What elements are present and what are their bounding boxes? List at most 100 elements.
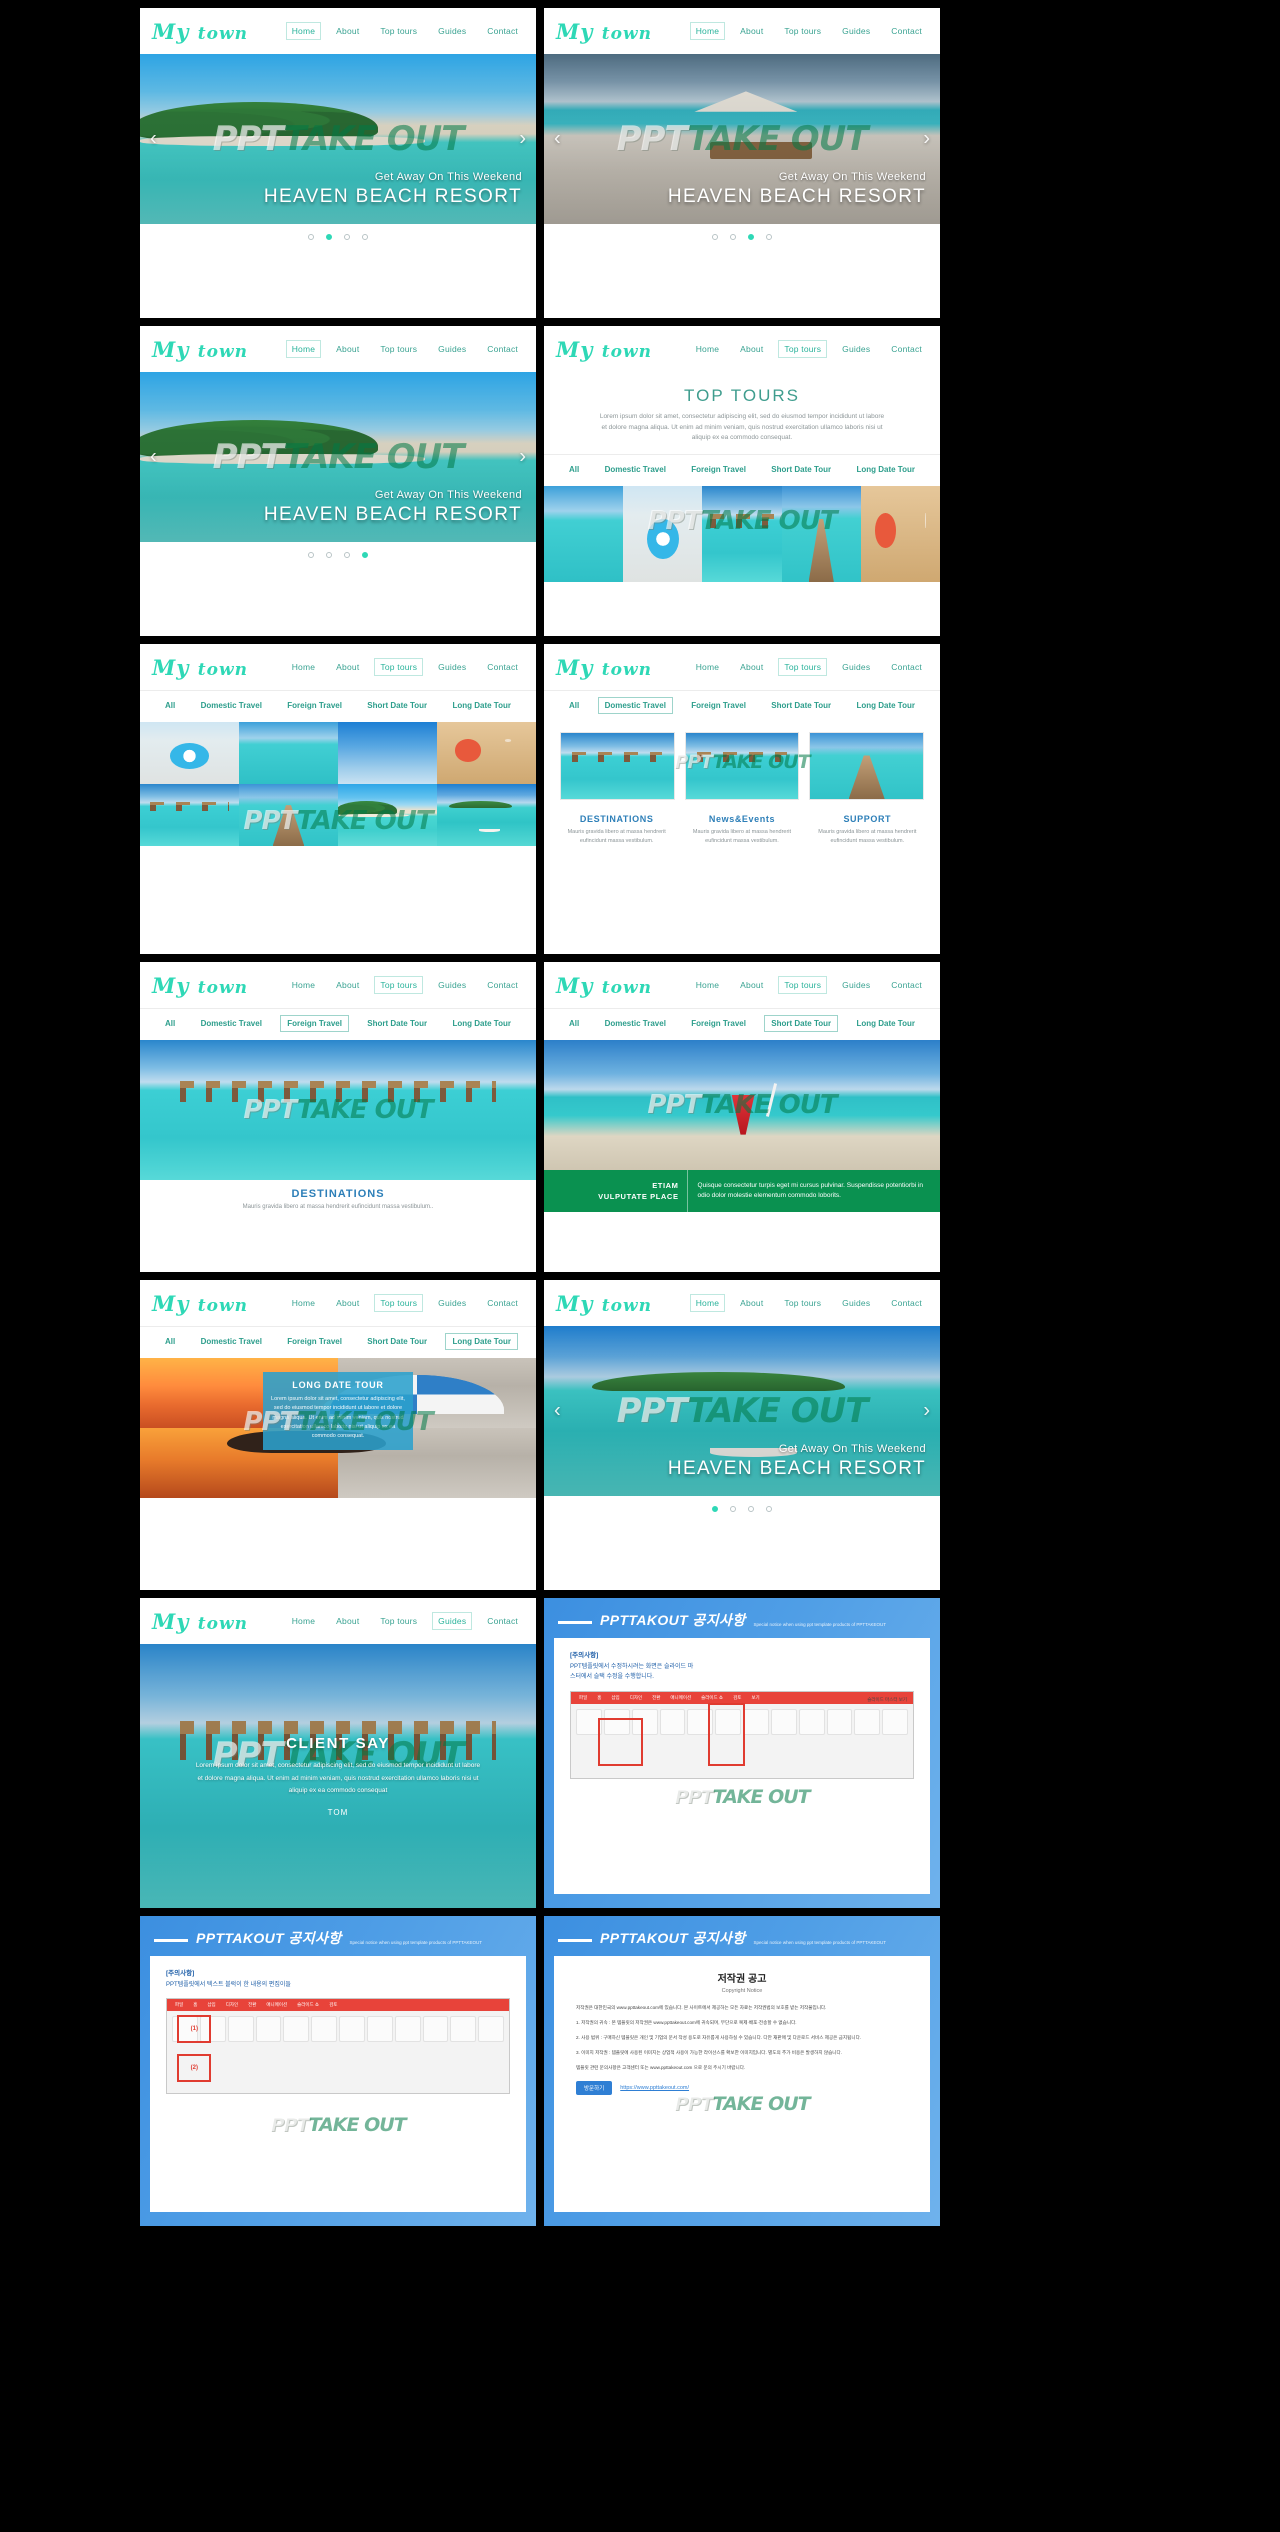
carousel-prev-arrow[interactable]: ‹ bbox=[150, 128, 157, 151]
carousel-dot[interactable] bbox=[344, 552, 350, 558]
nav-item-top-tours[interactable]: Top tours bbox=[778, 22, 827, 40]
site-logo[interactable]: My town bbox=[556, 1291, 652, 1316]
ribbon-tab[interactable]: 삽입 bbox=[607, 1694, 623, 1702]
ribbon-tab[interactable]: 검토 bbox=[729, 1694, 745, 1702]
tour-thumb[interactable] bbox=[860, 486, 940, 583]
ribbon-tab[interactable]: 홈 bbox=[593, 1694, 605, 1702]
slide-thumbnail-6[interactable]: My town Home About Top tours Guides Cont… bbox=[544, 644, 940, 954]
visit-button[interactable]: 방문하기 bbox=[576, 2080, 613, 2095]
carousel-prev-arrow[interactable]: ‹ bbox=[554, 128, 561, 151]
carousel-dot[interactable] bbox=[308, 552, 314, 558]
nav-item-home[interactable]: Home bbox=[689, 22, 726, 40]
site-logo[interactable]: My town bbox=[152, 1609, 248, 1634]
slide-thumbnail-9[interactable]: My town Home About Top tours Guides Cont… bbox=[140, 1280, 536, 1590]
slide-thumbnail-4[interactable]: My town Home About Top tours Guides Cont… bbox=[544, 326, 940, 636]
filter-domestic-travel[interactable]: Domestic Travel bbox=[194, 697, 269, 714]
ribbon-button[interactable] bbox=[450, 2016, 477, 2043]
slide-thumbnail-8[interactable]: My town Home About Top tours Guides Cont… bbox=[544, 962, 940, 1272]
ribbon-tab[interactable]: 삽입 bbox=[203, 2001, 219, 2009]
ribbon-button[interactable] bbox=[478, 2016, 504, 2043]
nav-item-home[interactable]: Home bbox=[286, 658, 321, 676]
ribbon-tab[interactable]: 전환 bbox=[244, 2001, 260, 2009]
slide-thumbnail-3[interactable]: My town Home About Top tours Guides Cont… bbox=[140, 326, 536, 636]
site-logo[interactable]: My town bbox=[556, 655, 652, 680]
nav-item-contact[interactable]: Contact bbox=[481, 22, 524, 40]
slide-thumbnail-14[interactable]: PPTTAKOUT 공지사항 Special notice when using… bbox=[544, 1916, 940, 2226]
filter-short-date-tour[interactable]: Short Date Tour bbox=[360, 697, 434, 714]
nav-item-contact[interactable]: Contact bbox=[885, 658, 928, 676]
ribbon-tab[interactable]: 슬라이드 쇼 bbox=[697, 1694, 727, 1702]
carousel-next-arrow[interactable]: › bbox=[923, 128, 930, 151]
filter-foreign-travel[interactable]: Foreign Travel bbox=[684, 461, 753, 478]
filter-foreign-travel[interactable]: Foreign Travel bbox=[280, 1333, 349, 1350]
carousel-dot[interactable] bbox=[326, 552, 332, 558]
filter-long-date-tour[interactable]: Long Date Tour bbox=[445, 697, 518, 714]
nav-item-top-tours[interactable]: Top tours bbox=[778, 976, 828, 994]
filter-foreign-travel[interactable]: Foreign Travel bbox=[684, 1015, 753, 1032]
ribbon-tab[interactable]: 디자인 bbox=[626, 1694, 646, 1702]
carousel-dot[interactable] bbox=[730, 1506, 736, 1512]
ribbon-tab[interactable]: 보기 bbox=[747, 1694, 763, 1702]
nav-item-contact[interactable]: Contact bbox=[885, 340, 928, 358]
carousel-next-arrow[interactable]: › bbox=[923, 1400, 930, 1423]
site-logo[interactable]: My town bbox=[152, 973, 248, 998]
gallery-item[interactable] bbox=[239, 722, 338, 784]
nav-item-guides[interactable]: Guides bbox=[836, 658, 876, 676]
nav-item-home[interactable]: Home bbox=[690, 658, 725, 676]
nav-item-about[interactable]: About bbox=[330, 976, 365, 994]
tour-thumb[interactable] bbox=[623, 486, 703, 583]
filter-domestic-travel[interactable]: Domestic Travel bbox=[598, 461, 673, 478]
nav-item-guides[interactable]: Guides bbox=[432, 340, 472, 358]
ribbon-button[interactable] bbox=[854, 1709, 881, 1736]
ribbon-button[interactable] bbox=[422, 2016, 449, 2043]
nav-item-home[interactable]: Home bbox=[689, 1294, 726, 1312]
carousel-dot[interactable] bbox=[766, 234, 772, 240]
gallery-item[interactable] bbox=[239, 784, 338, 846]
ribbon-button[interactable] bbox=[366, 2016, 393, 2043]
slide-thumbnail-11[interactable]: My town Home About Top tours Guides Cont… bbox=[140, 1598, 536, 1908]
filter-domestic-travel[interactable]: Domestic Travel bbox=[598, 1015, 673, 1032]
nav-item-top-tours[interactable]: Top tours bbox=[374, 658, 424, 676]
nav-item-about[interactable]: About bbox=[330, 1294, 365, 1312]
site-logo[interactable]: My town bbox=[556, 19, 652, 44]
carousel-next-arrow[interactable]: › bbox=[519, 446, 526, 469]
ribbon-button[interactable] bbox=[743, 1709, 769, 1736]
nav-item-home[interactable]: Home bbox=[690, 976, 725, 994]
slide-thumbnail-1[interactable]: My town Home About Top tours Guides Cont… bbox=[140, 8, 536, 318]
nav-item-contact[interactable]: Contact bbox=[481, 340, 524, 358]
ribbon-button[interactable] bbox=[283, 2016, 310, 2043]
nav-item-top-tours[interactable]: Top tours bbox=[374, 976, 424, 994]
nav-item-guides[interactable]: Guides bbox=[432, 1612, 473, 1630]
filter-long-date-tour[interactable]: Long Date Tour bbox=[445, 1015, 518, 1032]
filter-short-date-tour[interactable]: Short Date Tour bbox=[764, 697, 838, 714]
ribbon-button[interactable] bbox=[770, 1709, 797, 1736]
nav-item-top-tours[interactable]: Top tours bbox=[778, 1294, 827, 1312]
feature-image[interactable] bbox=[684, 732, 800, 800]
feature-card-support[interactable]: SUPPORT Mauris gravida libero at massa h… bbox=[809, 814, 926, 846]
filter-all[interactable]: All bbox=[158, 697, 182, 714]
carousel-next-arrow[interactable]: › bbox=[519, 128, 526, 151]
nav-item-contact[interactable]: Contact bbox=[885, 22, 928, 40]
slide-thumbnail-10[interactable]: My town Home About Top tours Guides Cont… bbox=[544, 1280, 940, 1590]
site-logo[interactable]: My town bbox=[556, 973, 652, 998]
filter-foreign-travel[interactable]: Foreign Travel bbox=[280, 1015, 349, 1032]
ribbon-button[interactable] bbox=[394, 2016, 421, 2043]
carousel-prev-arrow[interactable]: ‹ bbox=[554, 1400, 561, 1423]
nav-item-guides[interactable]: Guides bbox=[432, 976, 472, 994]
ribbon-button[interactable] bbox=[659, 1709, 686, 1736]
slide-thumbnail-5[interactable]: My town Home About Top tours Guides Cont… bbox=[140, 644, 536, 954]
carousel-dot[interactable] bbox=[344, 234, 350, 240]
nav-item-top-tours[interactable]: Top tours bbox=[778, 658, 828, 676]
tour-thumb[interactable] bbox=[781, 486, 861, 583]
carousel-dot[interactable] bbox=[748, 1506, 754, 1512]
filter-foreign-travel[interactable]: Foreign Travel bbox=[280, 697, 349, 714]
filter-domestic-travel[interactable]: Domestic Travel bbox=[597, 697, 673, 714]
carousel-dot[interactable] bbox=[766, 1506, 772, 1512]
ribbon-tab[interactable]: 검토 bbox=[325, 2001, 341, 2009]
filter-long-date-tour[interactable]: Long Date Tour bbox=[849, 1015, 922, 1032]
nav-item-contact[interactable]: Contact bbox=[481, 658, 524, 676]
nav-item-about[interactable]: About bbox=[734, 340, 769, 358]
nav-item-about[interactable]: About bbox=[330, 1612, 365, 1630]
feature-card-destinations[interactable]: DESTINATIONS Mauris gravida libero at ma… bbox=[558, 814, 675, 846]
nav-item-contact[interactable]: Contact bbox=[885, 1294, 928, 1312]
